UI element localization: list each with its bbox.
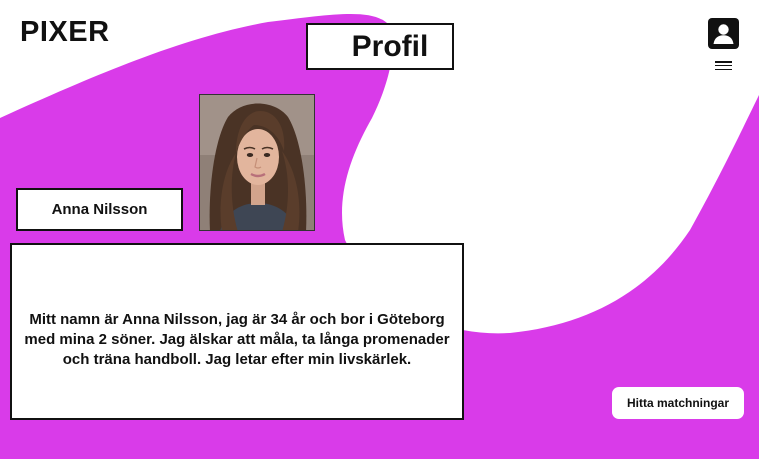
page-title: Profil <box>306 23 454 70</box>
profile-bio-text: Mitt namn är Anna Nilsson, jag är 34 år … <box>24 310 450 368</box>
app-logo: PIXER <box>20 16 110 48</box>
hamburger-menu-icon[interactable] <box>715 61 732 71</box>
profile-photo <box>199 94 315 231</box>
user-profile-icon[interactable] <box>708 18 739 49</box>
find-matches-button[interactable]: Hitta matchningar <box>612 387 744 419</box>
profile-bio-box: Mitt namn är Anna Nilsson, jag är 34 år … <box>10 243 464 420</box>
profile-name: Anna Nilsson <box>16 188 183 231</box>
